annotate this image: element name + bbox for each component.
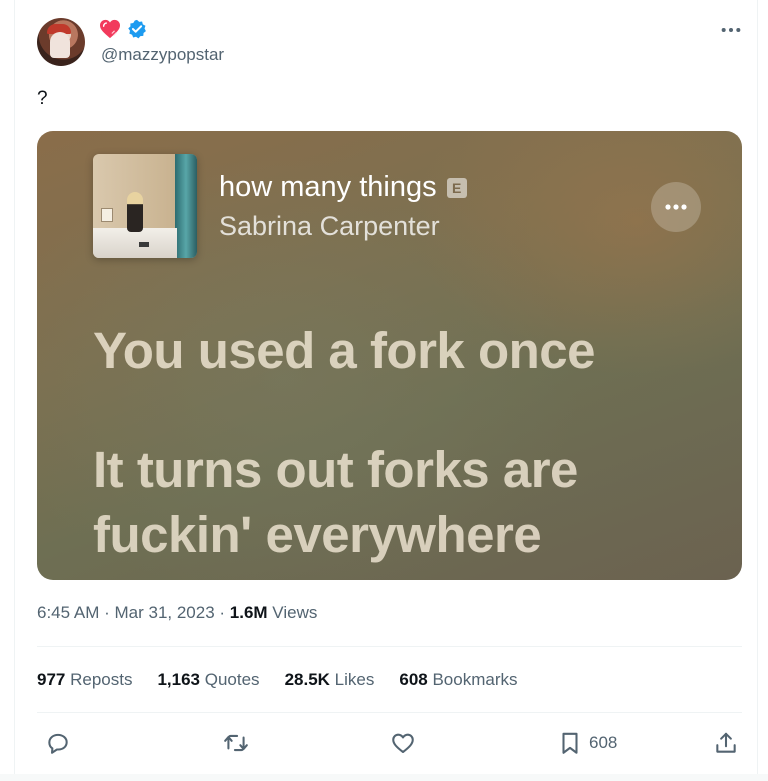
- action-bar: 608: [37, 726, 742, 760]
- more-horizontal-icon[interactable]: [719, 24, 743, 36]
- repost-icon: [224, 734, 248, 752]
- album-art-sticker: [139, 242, 149, 247]
- reposts-label: Reposts: [65, 670, 133, 689]
- lyric-line: fuckin' everywhere: [93, 506, 542, 563]
- bookmarks-count: 608: [399, 670, 428, 689]
- lyric-line: It turns out forks are: [93, 441, 578, 498]
- share-button[interactable]: [713, 726, 739, 760]
- reposts-count: 977: [37, 670, 66, 689]
- author-handle[interactable]: @mazzypopstar: [101, 45, 224, 65]
- author-name-row[interactable]: [99, 18, 147, 40]
- reply-icon: [48, 733, 68, 754]
- quotes-count: 1,163: [157, 670, 201, 689]
- share-icon: [716, 732, 736, 753]
- bookmark-button[interactable]: 608: [557, 726, 617, 760]
- song-title-row: how many things E: [219, 171, 467, 204]
- reposts-stat[interactable]: 977 Reposts: [37, 670, 132, 692]
- likes-label: Likes: [329, 670, 375, 689]
- meta-separator: ·: [99, 603, 115, 622]
- tweet-text: ?: [37, 88, 48, 109]
- engagement-stats: 977 Reposts 1,163 Quotes 28.5K Likes 608…: [37, 670, 517, 692]
- tweet-date[interactable]: Mar 31, 2023: [114, 603, 214, 622]
- timeline-bottom: [0, 774, 768, 781]
- quotes-label: Quotes: [200, 670, 260, 689]
- heart-icon: [99, 19, 121, 39]
- album-art-frame: [101, 208, 113, 222]
- avatar-figure: [50, 32, 70, 58]
- divider: [37, 712, 742, 713]
- song-title: how many things: [219, 171, 437, 203]
- album-art-person: [127, 192, 143, 232]
- like-icon: [392, 733, 414, 754]
- author-avatar[interactable]: [37, 18, 85, 66]
- album-art-bed: [93, 228, 177, 258]
- repost-button[interactable]: [223, 726, 249, 760]
- reply-button[interactable]: [45, 726, 71, 760]
- quotes-stat[interactable]: 1,163 Quotes: [157, 670, 259, 692]
- like-button[interactable]: [390, 726, 416, 760]
- views-label: Views: [267, 603, 318, 622]
- artist-name: Sabrina Carpenter: [219, 211, 440, 241]
- album-art: [93, 154, 197, 258]
- bookmarks-label: Bookmarks: [427, 670, 518, 689]
- tweet-card: @mazzypopstar ? how many things E Sabrin…: [14, 0, 758, 781]
- likes-stat[interactable]: 28.5K Likes: [285, 670, 375, 692]
- tweet-meta: 6:45 AM · Mar 31, 2023 · 1.6M Views: [37, 603, 317, 623]
- media-more-icon: [651, 182, 701, 232]
- tweet-time[interactable]: 6:45 AM: [37, 603, 99, 622]
- lyric-line: You used a fork once: [93, 322, 596, 379]
- divider: [37, 646, 742, 647]
- bookmarks-stat[interactable]: 608 Bookmarks: [399, 670, 517, 692]
- meta-separator: ·: [214, 603, 230, 622]
- bookmark-icon: [562, 732, 578, 754]
- verified-icon[interactable]: [127, 19, 147, 39]
- media-image[interactable]: how many things E Sabrina Carpenter You …: [37, 131, 742, 580]
- explicit-badge: E: [446, 177, 467, 198]
- bookmark-count: 608: [589, 733, 618, 752]
- album-art-curtain: [175, 154, 197, 258]
- views-count: 1.6M: [229, 603, 268, 622]
- likes-count: 28.5K: [284, 670, 330, 689]
